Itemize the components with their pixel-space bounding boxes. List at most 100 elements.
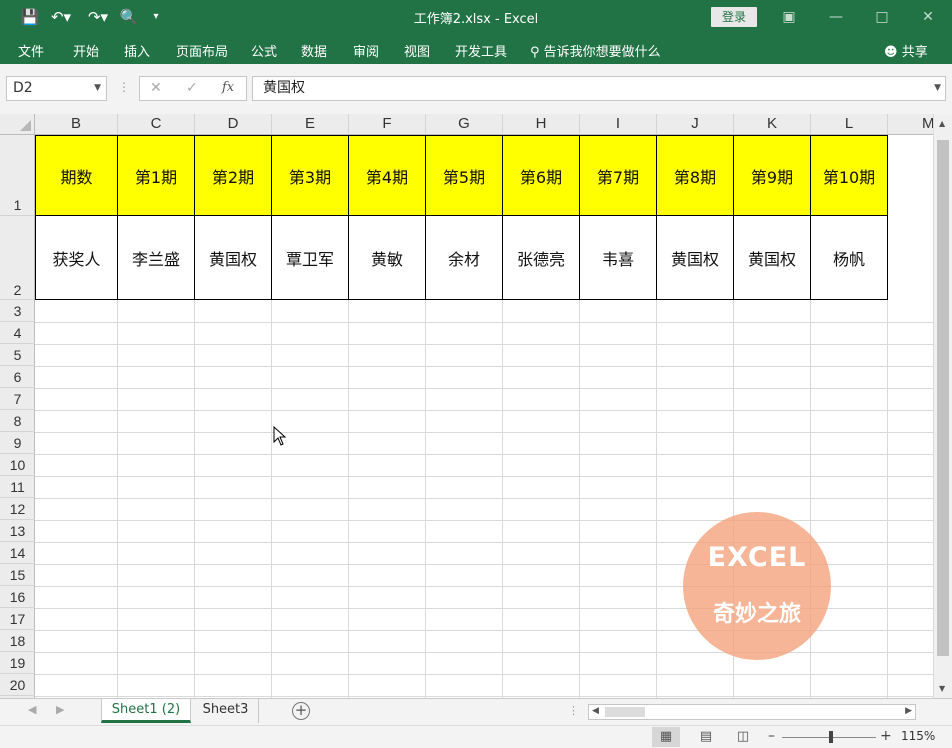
scroll-right-icon[interactable]: ▶ <box>905 706 912 716</box>
normal-view-icon[interactable]: ▦ <box>652 727 680 747</box>
maximize-icon[interactable]: □ <box>868 6 896 28</box>
expand-formula-icon[interactable]: ▼ <box>934 77 941 100</box>
tab-review[interactable]: 审阅 <box>353 41 379 60</box>
next-sheet-icon[interactable]: ▶ <box>56 703 64 716</box>
tab-developer[interactable]: 开发工具 <box>455 41 507 60</box>
row-header-9[interactable]: 9 <box>0 432 35 454</box>
cell-e2[interactable]: 覃卫军 <box>272 216 349 300</box>
column-header-c[interactable]: C <box>118 114 195 134</box>
row-header-1[interactable]: 1 <box>0 135 35 216</box>
tab-file[interactable]: 文件 <box>18 41 44 60</box>
row-header-2[interactable]: 2 <box>0 216 35 300</box>
column-header-b[interactable]: B <box>35 114 118 134</box>
cell-h2[interactable]: 张德亮 <box>503 216 580 300</box>
cell-i2[interactable]: 韦喜 <box>580 216 657 300</box>
column-header-i[interactable]: I <box>580 114 657 134</box>
cell-j2[interactable]: 黄国权 <box>657 216 734 300</box>
cell-b2[interactable]: 获奖人 <box>36 216 118 300</box>
cell-h1[interactable]: 第6期 <box>503 136 580 216</box>
cell-j1[interactable]: 第8期 <box>657 136 734 216</box>
horizontal-scroll-thumb[interactable] <box>605 707 645 717</box>
add-sheet-button[interactable]: + <box>292 702 310 720</box>
horizontal-scrollbar[interactable]: ◀ ▶ <box>588 704 916 720</box>
ribbon-display-icon[interactable]: ▣ <box>775 6 803 28</box>
zoom-in-icon[interactable]: + <box>880 728 892 744</box>
row-header-19[interactable]: 19 <box>0 652 35 674</box>
cell-i1[interactable]: 第7期 <box>580 136 657 216</box>
row-header-10[interactable]: 10 <box>0 454 35 476</box>
row-header-4[interactable]: 4 <box>0 322 35 344</box>
cell-g2[interactable]: 余材 <box>426 216 503 300</box>
row-header-3[interactable]: 3 <box>0 300 35 322</box>
column-header-g[interactable]: G <box>426 114 503 134</box>
sheet-tab-sheet1-2[interactable]: Sheet1 (2) <box>101 699 191 723</box>
tab-formulas[interactable]: 公式 <box>251 41 277 60</box>
column-header-j[interactable]: J <box>657 114 734 134</box>
row-header-12[interactable]: 12 <box>0 498 35 520</box>
cell-k2[interactable]: 黄国权 <box>734 216 811 300</box>
row-header-20[interactable]: 20 <box>0 674 35 696</box>
tab-insert[interactable]: 插入 <box>124 41 150 60</box>
insert-function-button[interactable]: fx <box>222 80 234 95</box>
close-icon[interactable]: ✕ <box>914 6 942 28</box>
column-header-f[interactable]: F <box>349 114 426 134</box>
cell-d1[interactable]: 第2期 <box>195 136 272 216</box>
cell-g1[interactable]: 第5期 <box>426 136 503 216</box>
page-layout-view-icon[interactable]: ▤ <box>692 727 720 747</box>
zoom-slider-handle[interactable] <box>829 731 833 743</box>
row-header-8[interactable]: 8 <box>0 410 35 432</box>
name-box[interactable]: D2 ▼ <box>6 76 107 101</box>
row-header-16[interactable]: 16 <box>0 586 35 608</box>
vertical-scroll-thumb[interactable] <box>937 140 949 656</box>
tell-me-search[interactable]: ⚲ 告诉我你想要做什么 <box>530 41 661 60</box>
title-bar: 💾 ↶▾ ↷▾ 🔍 ▾ 工作簿2.xlsx - Excel 登录 ▣ — □ ✕ <box>0 0 952 34</box>
cancel-icon[interactable]: ✕ <box>150 80 162 96</box>
cell-f1[interactable]: 第4期 <box>349 136 426 216</box>
cell-l2[interactable]: 杨帆 <box>811 216 888 300</box>
page-break-view-icon[interactable]: ◫ <box>729 727 757 747</box>
row-header-15[interactable]: 15 <box>0 564 35 586</box>
row-header-6[interactable]: 6 <box>0 366 35 388</box>
zoom-level[interactable]: 115% <box>901 729 935 743</box>
vertical-scrollbar[interactable]: ▲ ▼ <box>933 114 952 698</box>
row-header-17[interactable]: 17 <box>0 608 35 630</box>
scroll-left-icon[interactable]: ◀ <box>592 706 599 716</box>
enter-icon[interactable]: ✓ <box>186 80 198 96</box>
login-button[interactable]: 登录 <box>711 7 757 27</box>
cell-c2[interactable]: 李兰盛 <box>118 216 195 300</box>
sheet-tab-sheet3[interactable]: Sheet3 <box>193 699 259 723</box>
tab-home[interactable]: 开始 <box>73 41 99 60</box>
cell-l1[interactable]: 第10期 <box>811 136 888 216</box>
tab-view[interactable]: 视图 <box>404 41 430 60</box>
scroll-down-icon[interactable]: ▼ <box>939 684 945 693</box>
cell-k1[interactable]: 第9期 <box>734 136 811 216</box>
share-button[interactable]: ☻ 共享 <box>884 41 928 60</box>
cell-e1[interactable]: 第3期 <box>272 136 349 216</box>
minimize-icon[interactable]: — <box>822 6 850 28</box>
column-header-k[interactable]: K <box>734 114 811 134</box>
row-header-13[interactable]: 13 <box>0 520 35 542</box>
cell-c1[interactable]: 第1期 <box>118 136 195 216</box>
tab-page-layout[interactable]: 页面布局 <box>176 41 228 60</box>
prev-sheet-icon[interactable]: ◀ <box>28 703 36 716</box>
row-header-7[interactable]: 7 <box>0 388 35 410</box>
tab-data[interactable]: 数据 <box>301 41 327 60</box>
row-header-18[interactable]: 18 <box>0 630 35 652</box>
column-header-e[interactable]: E <box>272 114 349 134</box>
cell-f2[interactable]: 黄敏 <box>349 216 426 300</box>
chevron-down-icon[interactable]: ▼ <box>94 77 101 100</box>
column-header-h[interactable]: H <box>503 114 580 134</box>
zoom-out-icon[interactable]: – <box>768 728 775 744</box>
column-header-d[interactable]: D <box>195 114 272 134</box>
select-all-button[interactable] <box>0 114 35 134</box>
formula-input[interactable]: 黄国权 ▼ <box>252 76 946 101</box>
cell-d2[interactable]: 黄国权 <box>195 216 272 300</box>
row-header-5[interactable]: 5 <box>0 344 35 366</box>
cell-b1[interactable]: 期数 <box>36 136 118 216</box>
row-header-11[interactable]: 11 <box>0 476 35 498</box>
row-header-14[interactable]: 14 <box>0 542 35 564</box>
column-header-l[interactable]: L <box>811 114 888 134</box>
vertical-dots-icon: ⋮ <box>118 80 130 94</box>
gridline <box>35 476 952 477</box>
scroll-up-icon[interactable]: ▲ <box>939 119 945 128</box>
